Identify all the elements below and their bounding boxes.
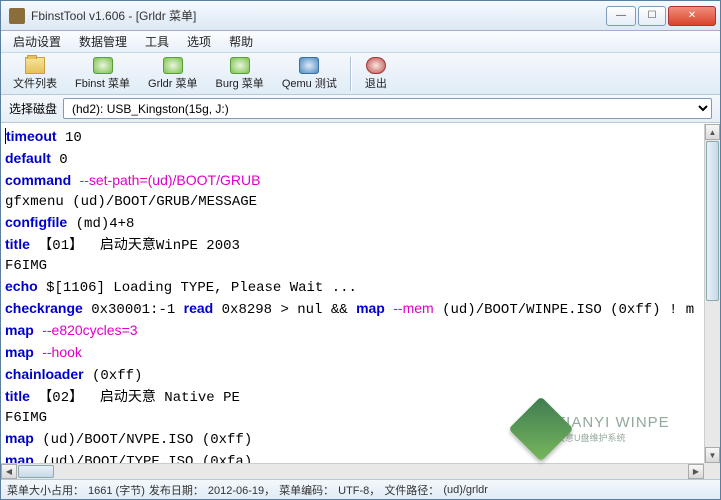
status-date-label: 发布日期：	[149, 482, 204, 498]
menu-bar: 启动设置 数据管理 工具 选项 帮助	[1, 31, 720, 53]
status-bar: 菜单大小占用： 1661 (字节) 发布日期： 2012-06-19， 菜单编码…	[1, 479, 720, 499]
toolbar-label: Grldr 菜单	[148, 75, 198, 91]
disk-label: 选择磁盘	[9, 100, 57, 117]
window-title: FbinstTool v1.606 - [Grldr 菜单]	[31, 7, 606, 24]
toolbar-fbinst-menu[interactable]: Fbinst 菜单	[66, 54, 139, 94]
scroll-up-icon[interactable]: ▲	[705, 124, 720, 140]
toolbar-burg-menu[interactable]: Burg 菜单	[207, 54, 273, 94]
qemu-icon	[299, 57, 319, 74]
editor-area: timeout 10 default 0 command --set-path=…	[1, 123, 720, 479]
toolbar-separator	[350, 57, 352, 91]
menu-data-management[interactable]: 数据管理	[71, 31, 135, 52]
minimize-button[interactable]: —	[606, 6, 636, 26]
code-editor[interactable]: timeout 10 default 0 command --set-path=…	[5, 126, 704, 463]
scroll-down-icon[interactable]: ▼	[705, 447, 720, 463]
status-date-value: 2012-06-19，	[208, 482, 275, 498]
menu-help[interactable]: 帮助	[221, 31, 261, 52]
disk-selector-bar: 选择磁盘 (hd2): USB_Kingston(15g, J:)	[1, 95, 720, 123]
toolbar: 文件列表 Fbinst 菜单 Grldr 菜单 Burg 菜单 Qemu 测试 …	[1, 53, 720, 95]
status-code-value: UTF-8，	[338, 482, 380, 498]
menu-icon	[93, 57, 113, 74]
scroll-thumb[interactable]	[18, 465, 54, 478]
close-button[interactable]: ✕	[668, 6, 716, 26]
scroll-left-icon[interactable]: ◀	[1, 464, 17, 479]
menu-icon	[230, 57, 250, 74]
status-code-label: 菜单编码：	[279, 482, 334, 498]
toolbar-label: Fbinst 菜单	[75, 75, 130, 91]
toolbar-exit[interactable]: 退出	[356, 54, 396, 94]
toolbar-label: Qemu 测试	[282, 75, 337, 91]
horizontal-scrollbar[interactable]: ◀ ▶	[1, 463, 704, 479]
toolbar-qemu-test[interactable]: Qemu 测试	[273, 54, 346, 94]
app-icon	[9, 8, 25, 24]
scroll-thumb[interactable]	[706, 141, 719, 301]
toolbar-file-list[interactable]: 文件列表	[4, 54, 66, 94]
menu-options[interactable]: 选项	[179, 31, 219, 52]
scroll-corner	[704, 463, 720, 479]
menu-tools[interactable]: 工具	[137, 31, 177, 52]
toolbar-label: Burg 菜单	[216, 75, 264, 91]
title-bar: FbinstTool v1.606 - [Grldr 菜单] — ☐ ✕	[1, 1, 720, 31]
toolbar-label: 文件列表	[13, 75, 57, 91]
scroll-right-icon[interactable]: ▶	[688, 464, 704, 479]
toolbar-label: 退出	[365, 75, 387, 91]
maximize-button[interactable]: ☐	[638, 6, 666, 26]
status-size-value: 1661 (字节)	[88, 482, 145, 498]
status-path-value: (ud)/grldr	[443, 484, 488, 496]
status-path-label: 文件路径：	[384, 482, 439, 498]
menu-boot-settings[interactable]: 启动设置	[5, 31, 69, 52]
toolbar-grldr-menu[interactable]: Grldr 菜单	[139, 54, 207, 94]
status-size-label: 菜单大小占用：	[7, 482, 84, 498]
menu-icon	[163, 57, 183, 74]
vertical-scrollbar[interactable]: ▲ ▼	[704, 124, 720, 463]
disk-select[interactable]: (hd2): USB_Kingston(15g, J:)	[63, 98, 712, 119]
folder-icon	[25, 57, 45, 74]
exit-icon	[366, 57, 386, 74]
